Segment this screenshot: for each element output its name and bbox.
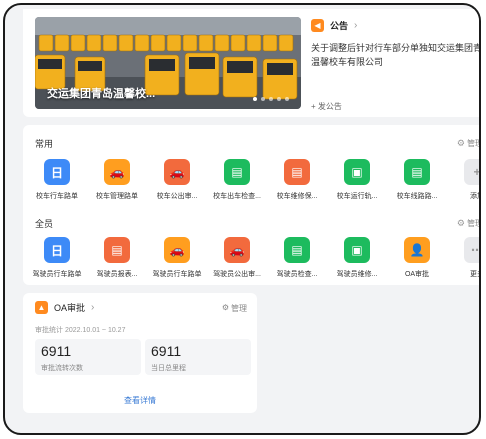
app-frame: 交运集团青岛温馨校... ◀ 公告 › 关于调整后针对行车部分单独知交运集团青岛… <box>3 3 481 435</box>
document-icon: ▤ <box>284 237 310 263</box>
manage-button[interactable]: ⚙ 管理 <box>456 218 479 229</box>
apps-row-all: 日驾驶员行车路单 ▤ 驾驶员报表... 🚗 驾驶员行车路单 🚗 驾驶员公出审... ▤ 驾驶员检… <box>27 237 479 279</box>
app-label: OA审批 <box>404 271 430 278</box>
app-label: 驾驶员维修... <box>336 271 378 278</box>
app-item[interactable]: 👤 OA审批 <box>387 237 447 279</box>
section-title: 常用 <box>35 139 54 149</box>
oa-approval-card: ▲ OA审批 › ⚙ 管理 审批统计 2022.10.01 ~ 10.27 69… <box>23 293 257 413</box>
app-item[interactable]: 🚗 驾驶员公出审... <box>207 237 267 279</box>
app-item[interactable]: ▣ 校车运行轨... <box>327 159 387 201</box>
manage-label: 管理 <box>467 139 479 148</box>
app-label: 更多 <box>470 271 479 278</box>
app-item[interactable]: ▤ 校车维修保... <box>267 159 327 201</box>
carousel-dot[interactable] <box>277 97 281 101</box>
calendar-icon: 日 <box>44 159 70 185</box>
app-label: 添加 <box>470 193 479 200</box>
carousel-dot[interactable] <box>261 97 265 101</box>
car-icon: 🚗 <box>104 159 130 185</box>
section-header-all: 全员 ⚙ 管理 <box>35 217 479 230</box>
top-card: 交运集团青岛温馨校... ◀ 公告 › 关于调整后针对行车部分单独知交运集团青岛… <box>23 9 479 117</box>
app-item[interactable]: 🚗 驾驶员行车路单 <box>147 237 207 279</box>
apps-card: 常用 ⚙ 管理 日校车行车路单🚗校车管理路单🚗校车公出审...▤校车出车检查..… <box>23 125 479 285</box>
app-item[interactable]: 日驾驶员行车路单 <box>27 237 87 279</box>
plus-icon: + <box>464 159 479 185</box>
stat-label: 审批流转次数 <box>41 365 83 372</box>
app-item[interactable]: + 添加 <box>447 159 479 201</box>
oa-header[interactable]: ▲ OA审批 › <box>35 301 94 314</box>
app-label: 驾驶员行车路单 <box>152 271 202 278</box>
oa-title: OA审批 <box>54 303 86 313</box>
app-label: 校车管理路单 <box>96 193 138 200</box>
carousel-dot[interactable] <box>269 97 273 101</box>
manage-label: 管理 <box>467 219 479 228</box>
calendar-icon: 日 <box>44 237 70 263</box>
app-label: 校车线路路... <box>396 193 438 200</box>
banner-caption: 交运集团青岛温馨校... <box>47 88 156 100</box>
carousel-dots[interactable] <box>253 97 289 101</box>
megaphone-icon: ◀ <box>311 19 324 32</box>
person-icon: ▲ <box>35 301 48 314</box>
view-detail-link[interactable]: 查看详情 <box>23 395 257 406</box>
app-item[interactable]: 日校车行车路单 <box>27 159 87 201</box>
sliders-icon: ⚙ <box>221 303 229 312</box>
app-item[interactable]: 🚗 校车公出审... <box>147 159 207 201</box>
sliders-icon: ⚙ <box>456 218 465 228</box>
more-icon: ⋯ <box>464 237 479 263</box>
stat-card[interactable]: 6911 当日总里程 <box>145 339 251 375</box>
chevron-right-icon: › <box>354 20 358 31</box>
section-header-frequent: 常用 ⚙ 管理 <box>35 137 479 150</box>
archive-icon: ▣ <box>344 237 370 263</box>
car-icon: 🚗 <box>164 237 190 263</box>
carousel-dot[interactable] <box>285 97 289 101</box>
app-label: 驾驶员报表... <box>96 271 138 278</box>
document-icon: ▤ <box>284 159 310 185</box>
app-item[interactable]: ▤ 校车出车检查... <box>207 159 267 201</box>
stat-period-label: 审批统计 2022.10.01 ~ 10.27 <box>35 327 126 334</box>
app-item[interactable]: ▤ 校车线路路... <box>387 159 447 201</box>
notice-text[interactable]: 关于调整后针对行车部分单独知交运集团青岛温馨校车有限公司 <box>311 41 479 69</box>
car-icon: 🚗 <box>224 237 250 263</box>
app-label: 驾驶员行车路单 <box>32 271 82 278</box>
apps-row-frequent: 日校车行车路单 🚗 校车管理路单 🚗 校车公出审... ▤ 校车出车检查... ▤ 校车维修保.… <box>27 159 479 201</box>
app-label: 驾驶员检查... <box>276 271 318 278</box>
manage-button[interactable]: ⚙ 管理 <box>456 138 479 149</box>
app-item[interactable]: 🚗 校车管理路单 <box>87 159 147 201</box>
oa-manage-button[interactable]: ⚙ 管理 <box>222 303 247 314</box>
app-item[interactable]: ▤ 驾驶员报表... <box>87 237 147 279</box>
document-icon: ▤ <box>404 159 430 185</box>
stat-label: 当日总里程 <box>151 365 186 372</box>
stat-value: 6911 <box>151 343 182 359</box>
app-label: 校车运行轨... <box>336 193 378 200</box>
car-icon: 🚗 <box>164 159 190 185</box>
section-title: 全员 <box>35 219 54 229</box>
document-icon: ▤ <box>224 159 250 185</box>
app-label: 驾驶员公出审... <box>213 271 261 278</box>
stat-card[interactable]: 6911 审批流转次数 <box>35 339 141 375</box>
sliders-icon: ⚙ <box>456 138 465 148</box>
app-item[interactable]: ▣ 驾驶员维修... <box>327 237 387 279</box>
person-icon: 👤 <box>404 237 430 263</box>
app-label: 校车维修保... <box>276 193 318 200</box>
carousel-dot[interactable] <box>253 97 257 101</box>
new-notice-button[interactable]: + 发公告 <box>311 101 342 112</box>
app-label: 校车行车路单 <box>36 193 78 200</box>
manage-label: 管理 <box>231 304 247 313</box>
notice-header[interactable]: ◀ 公告 › <box>311 19 357 32</box>
notice-title: 公告 <box>330 21 349 31</box>
chevron-right-icon: › <box>91 302 95 313</box>
app-label: 校车出车检查... <box>213 193 261 200</box>
document-icon: ▤ <box>104 237 130 263</box>
banner-carousel[interactable]: 交运集团青岛温馨校... <box>35 17 301 109</box>
app-item[interactable]: ⋯ 更多 <box>447 237 479 279</box>
app-label: 校车公出审... <box>156 193 198 200</box>
stat-value: 6911 <box>41 343 72 359</box>
archive-icon: ▣ <box>344 159 370 185</box>
app-item[interactable]: ▤ 驾驶员检查... <box>267 237 327 279</box>
